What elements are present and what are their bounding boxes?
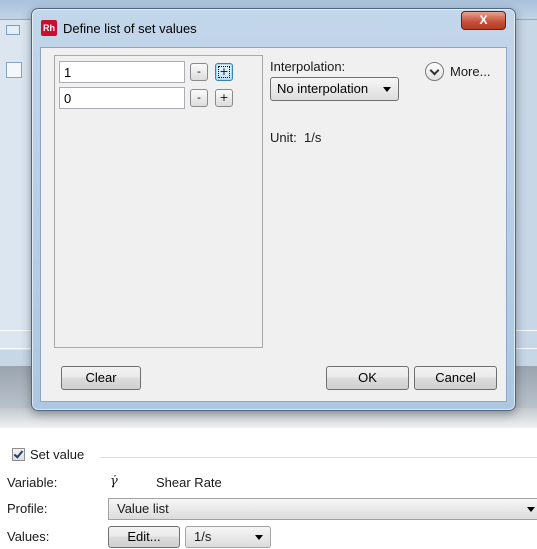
dialog-content: - + - + Interpolation: No interpolation … xyxy=(40,47,507,402)
chevron-down-icon xyxy=(425,62,444,81)
dropdown-arrow-icon xyxy=(255,535,263,540)
profile-label: Profile: xyxy=(7,501,48,516)
set-value-checkbox[interactable] xyxy=(12,448,25,461)
value-row: - + xyxy=(59,87,259,109)
window-icon xyxy=(6,25,20,35)
close-button[interactable]: X xyxy=(461,11,506,30)
profile-select[interactable]: Value list xyxy=(108,498,537,520)
value-input[interactable] xyxy=(59,87,185,109)
application-panel-shadow xyxy=(0,408,537,428)
shear-rate-symbol: γ̇ xyxy=(110,474,118,489)
dialog-title: Define list of set values xyxy=(63,21,197,36)
group-divider xyxy=(100,457,537,458)
edit-values-button[interactable]: Edit... xyxy=(108,526,180,548)
values-unit-value: 1/s xyxy=(194,529,212,544)
dialog-titlebar[interactable]: Rh Define list of set values X xyxy=(32,9,515,39)
unit-label: Unit: xyxy=(270,130,297,145)
variable-label: Variable: xyxy=(7,475,58,490)
dropdown-arrow-icon xyxy=(383,87,391,92)
unit-value: 1/s xyxy=(304,130,322,145)
application-left-panel xyxy=(0,20,30,350)
variable-name: Shear Rate xyxy=(156,475,222,490)
value-list-panel: - + - + xyxy=(54,55,263,348)
profile-value: Value list xyxy=(117,501,169,516)
remove-row-button[interactable]: - xyxy=(190,89,208,107)
values-label: Values: xyxy=(7,529,50,544)
ok-button[interactable]: OK xyxy=(326,366,409,390)
close-icon: X xyxy=(479,13,488,27)
clear-button[interactable]: Clear xyxy=(61,366,141,390)
interpolation-select[interactable]: No interpolation xyxy=(270,77,399,101)
add-row-button[interactable]: + xyxy=(215,89,233,107)
set-value-label[interactable]: Set value xyxy=(30,447,84,462)
more-label: More... xyxy=(450,64,491,79)
values-unit-select[interactable]: 1/s xyxy=(185,526,271,548)
set-value-panel: Set value Variable: γ̇ Shear Rate Profil… xyxy=(0,428,537,549)
value-row: - + xyxy=(59,61,259,83)
add-row-button[interactable]: + xyxy=(215,63,233,81)
interpolation-label: Interpolation: xyxy=(270,59,346,74)
remove-row-button[interactable]: - xyxy=(190,63,208,81)
panel-toggle-icon[interactable] xyxy=(6,62,22,78)
value-input[interactable] xyxy=(59,61,185,83)
cancel-button[interactable]: Cancel xyxy=(414,366,497,390)
interpolation-value: No interpolation xyxy=(277,81,369,96)
app-logo-icon: Rh xyxy=(41,20,57,36)
dropdown-arrow-icon xyxy=(527,507,535,512)
check-icon xyxy=(13,448,24,459)
define-set-values-dialog: Rh Define list of set values X - + - + I… xyxy=(31,8,516,411)
